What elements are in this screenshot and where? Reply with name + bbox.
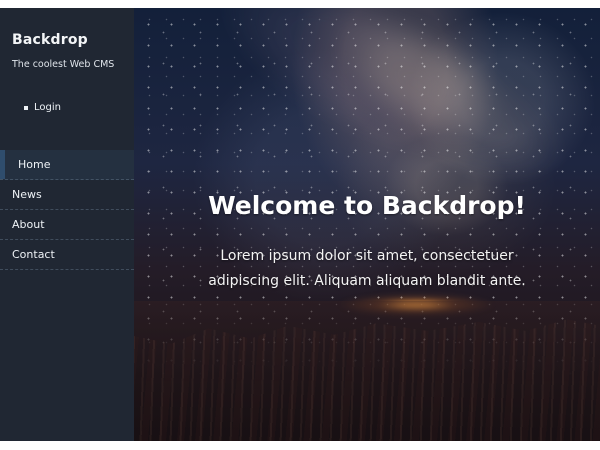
nav-item-label: Home: [18, 158, 51, 171]
nav-item-label: About: [12, 218, 45, 231]
nav-item-news[interactable]: News: [0, 180, 134, 210]
login-link[interactable]: Login: [34, 102, 61, 113]
site-slogan: The coolest Web CMS: [12, 59, 115, 70]
nav-item-about[interactable]: About: [0, 210, 134, 240]
hero-title: Welcome to Backdrop!: [208, 190, 526, 220]
site-name-link[interactable]: Backdrop: [12, 32, 88, 48]
main-navigation: Home News About Contact: [0, 150, 134, 270]
nav-item-home[interactable]: Home: [0, 150, 134, 180]
nav-item-label: News: [12, 188, 42, 201]
hero-content: Welcome to Backdrop! Lorem ipsum dolor s…: [134, 8, 600, 441]
nav-item-contact[interactable]: Contact: [0, 240, 134, 270]
hero-text: Lorem ipsum dolor sit amet, consectetuer…: [187, 244, 547, 294]
menu-bullet-icon: [24, 106, 28, 110]
user-menu: Login: [24, 102, 61, 113]
website-page: Backdrop The coolest Web CMS Login Home …: [0, 8, 600, 441]
sidebar: Backdrop The coolest Web CMS Login Home …: [0, 8, 134, 441]
hero-text-line: adipiscing elit. Aliquam aliquam blandit…: [208, 273, 526, 289]
hero-banner: Welcome to Backdrop! Lorem ipsum dolor s…: [134, 8, 600, 441]
nav-item-label: Contact: [12, 248, 55, 261]
hero-text-line: Lorem ipsum dolor sit amet, consectetuer: [220, 248, 514, 264]
